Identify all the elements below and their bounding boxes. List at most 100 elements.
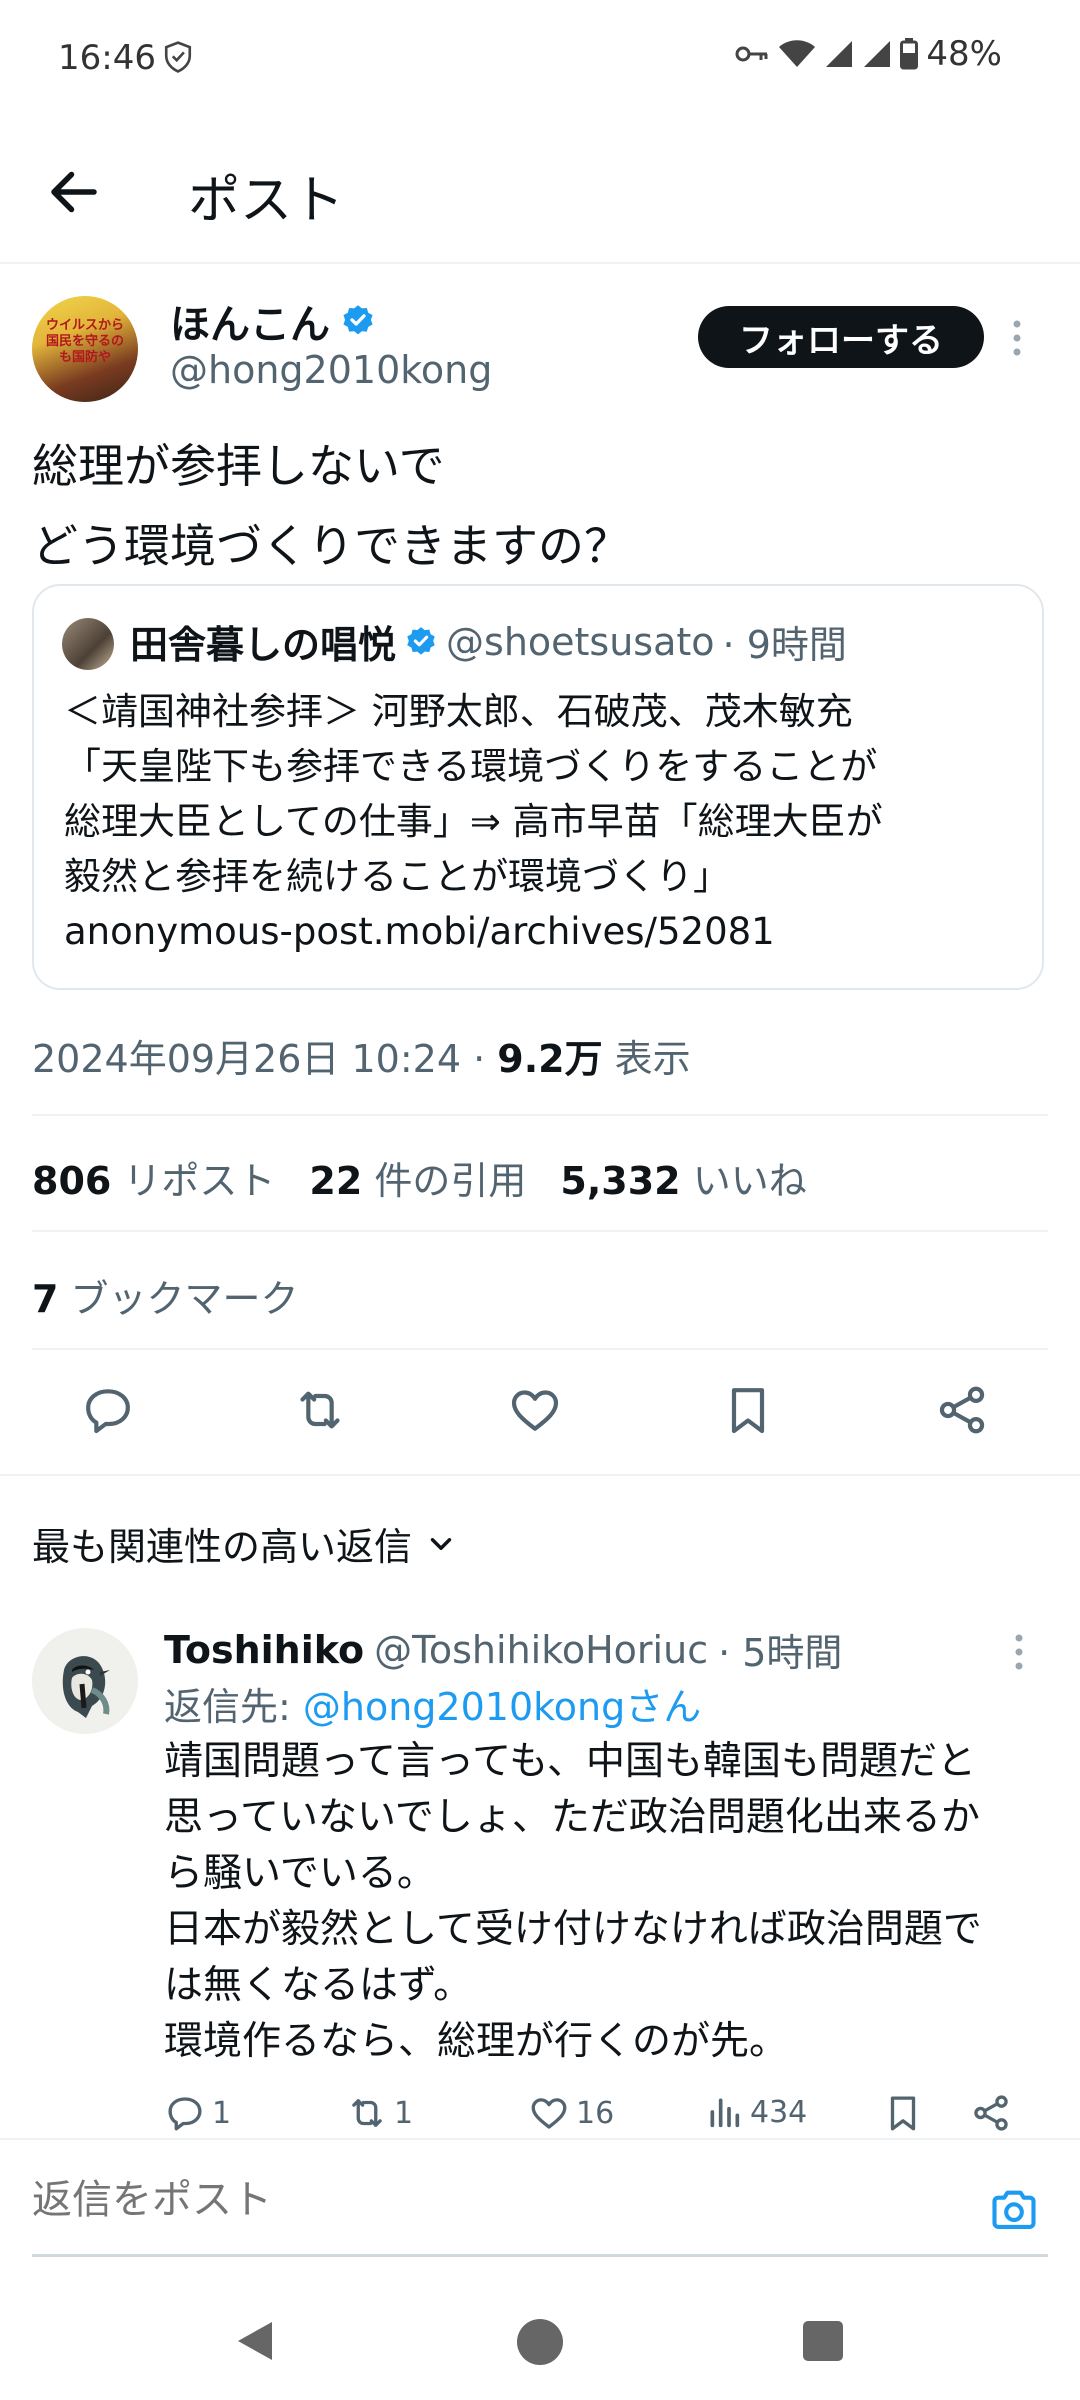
bookmarks-stat[interactable]: 7 ブックマーク <box>32 1268 299 1323</box>
chevron-down-icon <box>424 1527 458 1561</box>
author-name-row[interactable]: ほんこん <box>170 292 376 350</box>
reply-to-prefix: 返信先: <box>164 1685 303 1729</box>
header-divider <box>0 262 1080 264</box>
reply-view-count: 434 <box>750 2094 808 2130</box>
divider <box>0 1474 1080 1476</box>
tweet-line: 総理が参拝しないで <box>32 439 445 493</box>
wifi-icon <box>778 39 816 69</box>
reply-like-button[interactable]: 16 <box>528 2092 614 2134</box>
repost-icon[interactable] <box>292 1382 348 1438</box>
battery-icon <box>900 38 919 70</box>
nav-recents-icon[interactable] <box>802 2320 844 2362</box>
reply-text: 靖国問題って言っても、中国も韓国も問題だと 思っていないでしょ、ただ政治問題化出… <box>164 1734 1054 2070</box>
reply-icon <box>168 2097 202 2131</box>
quote-line: ＜靖国神社参拝＞ 河野太郎、石破茂、茂木敏充 <box>64 690 853 733</box>
reply-repost-button[interactable]: 1 <box>346 2092 413 2134</box>
reply-reply-count: 1 <box>212 2095 232 2131</box>
replies-sort-label: 最も関連性の高い返信 <box>32 1525 413 1569</box>
heart-icon <box>531 2098 567 2129</box>
reply-line: 環境作るなら、総理が行くのが先。 <box>164 2019 789 2064</box>
reply-views-button[interactable]: 434 <box>704 2092 807 2132</box>
status-indicators: 48% <box>734 34 1002 74</box>
reply-author-name[interactable]: Toshihiko <box>164 1628 364 1672</box>
author-avatar[interactable]: ウイルスから国民を守るのも国防や <box>32 296 138 402</box>
quote-line: 総理大臣としての仕事」⇒ 高市早苗「総理大臣が <box>64 800 883 843</box>
shield-icon <box>162 40 194 74</box>
quote-author-handle: @shoetsusato <box>446 619 715 664</box>
reply-repost-count: 1 <box>394 2095 414 2131</box>
reply-author-handle[interactable]: @ToshihikoHoriuc <box>374 1628 708 1672</box>
reply-compose-input[interactable] <box>32 2178 932 2223</box>
divider <box>32 1230 1048 1232</box>
heart-icon[interactable] <box>507 1382 563 1438</box>
reply-line: は無くなるはず。 <box>164 1963 473 2008</box>
like-label: いいね <box>680 1159 807 1203</box>
post-datetime: 2024年09月26日 10:24 · <box>32 1037 498 1081</box>
quotes-stat[interactable]: 22 件の引用 <box>309 1150 526 1205</box>
repost-count: 806 <box>32 1159 112 1203</box>
quote-link[interactable]: anonymous-post.mobi/archives/52081 <box>64 904 1024 959</box>
reply-share-button[interactable] <box>970 2092 1012 2134</box>
repost-icon <box>352 2099 382 2127</box>
camera-icon[interactable] <box>988 2184 1040 2236</box>
reply-line: ら騒いでいる。 <box>164 1851 436 1896</box>
status-time: 16:46 <box>58 38 156 78</box>
share-icon[interactable] <box>934 1382 990 1438</box>
bookmark-count: 7 <box>32 1277 59 1321</box>
nav-back-icon[interactable] <box>232 2318 276 2364</box>
reply-bookmark-button[interactable] <box>882 2092 924 2134</box>
reply-line: 思っていないでしょ、ただ政治問題化出来るか <box>164 1795 980 1840</box>
signal-icon-2 <box>862 39 892 69</box>
avatar-cover-text: ウイルスから国民を守るのも国防や <box>45 318 124 365</box>
verified-badge-icon <box>340 303 376 339</box>
post-meta: 2024年09月26日 10:24 · 9.2万 表示 <box>32 1028 691 1083</box>
like-count: 5,332 <box>560 1159 681 1203</box>
follow-button[interactable]: フォローする <box>698 306 984 368</box>
repost-label: リポスト <box>111 1159 276 1203</box>
quote-author-name: 田舎暮しの唱悦 <box>130 623 397 667</box>
quote-text: ＜靖国神社参拝＞ 河野太郎、石破茂、茂木敏充 「天皇陛下も参拝できる環境づくりを… <box>64 684 1024 959</box>
quote-header: 田舎暮しの唱悦 @shoetsusato · 9時間 <box>130 614 847 669</box>
quote-line: 毅然と参拝を続けることが環境づくり」 <box>64 855 730 898</box>
reply-like-count: 16 <box>576 2095 615 2131</box>
reposts-stat[interactable]: 806 リポスト <box>32 1150 275 1205</box>
nav-home-icon[interactable] <box>516 2318 564 2366</box>
reply-line: 靖国問題って言っても、中国も韓国も問題だと <box>164 1739 976 1784</box>
key-icon <box>734 42 770 66</box>
tweet-line: どう環境づくりできますの？ <box>32 519 630 573</box>
post-stats: 806 リポスト 22 件の引用 5,332 いいね <box>32 1150 807 1205</box>
reply-header: Toshihiko @ToshihikoHoriuc · 5時間 <box>164 1622 842 1677</box>
author-name[interactable]: ほんこん <box>170 292 330 350</box>
share-icon <box>974 2095 1008 2131</box>
bookmark-icon[interactable] <box>720 1382 776 1438</box>
quote-line: 「天皇陛下も参拝できる環境づくりをすることが <box>64 745 878 788</box>
compose-underline <box>32 2254 1048 2257</box>
signal-icon <box>824 39 854 69</box>
more-vertical-icon[interactable] <box>1012 1632 1026 1672</box>
quote-count: 22 <box>309 1159 363 1203</box>
bookmark-label: ブックマーク <box>58 1277 299 1321</box>
divider <box>32 1348 1048 1350</box>
reply-to-handle[interactable]: @hong2010kongさん <box>303 1685 701 1729</box>
page-title: ポスト <box>188 171 345 231</box>
bird-avatar-icon <box>62 1656 110 1718</box>
quote-time: · 9時間 <box>722 623 847 667</box>
reply-avatar[interactable] <box>32 1628 138 1734</box>
view-count: 9.2万 <box>497 1037 603 1081</box>
verified-badge-icon <box>404 625 438 659</box>
likes-stat[interactable]: 5,332 いいね <box>560 1150 806 1205</box>
bar-chart-icon <box>710 2098 740 2128</box>
reply-to: 返信先: @hong2010kongさん <box>164 1676 701 1731</box>
replies-sort-dropdown[interactable]: 最も関連性の高い返信 <box>32 1516 458 1571</box>
back-icon[interactable] <box>44 162 104 222</box>
reply-time: · 5時間 <box>718 1631 843 1675</box>
reply-icon[interactable] <box>80 1382 136 1438</box>
quote-avatar <box>62 618 114 670</box>
battery-percent: 48% <box>926 34 1002 74</box>
more-vertical-icon[interactable] <box>1010 318 1024 358</box>
reply-reply-button[interactable]: 1 <box>164 2092 231 2134</box>
view-label: 表示 <box>602 1037 691 1081</box>
bookmark-icon <box>890 2096 916 2131</box>
quote-label: 件の引用 <box>362 1159 527 1203</box>
author-handle[interactable]: @hong2010kong <box>170 348 492 392</box>
